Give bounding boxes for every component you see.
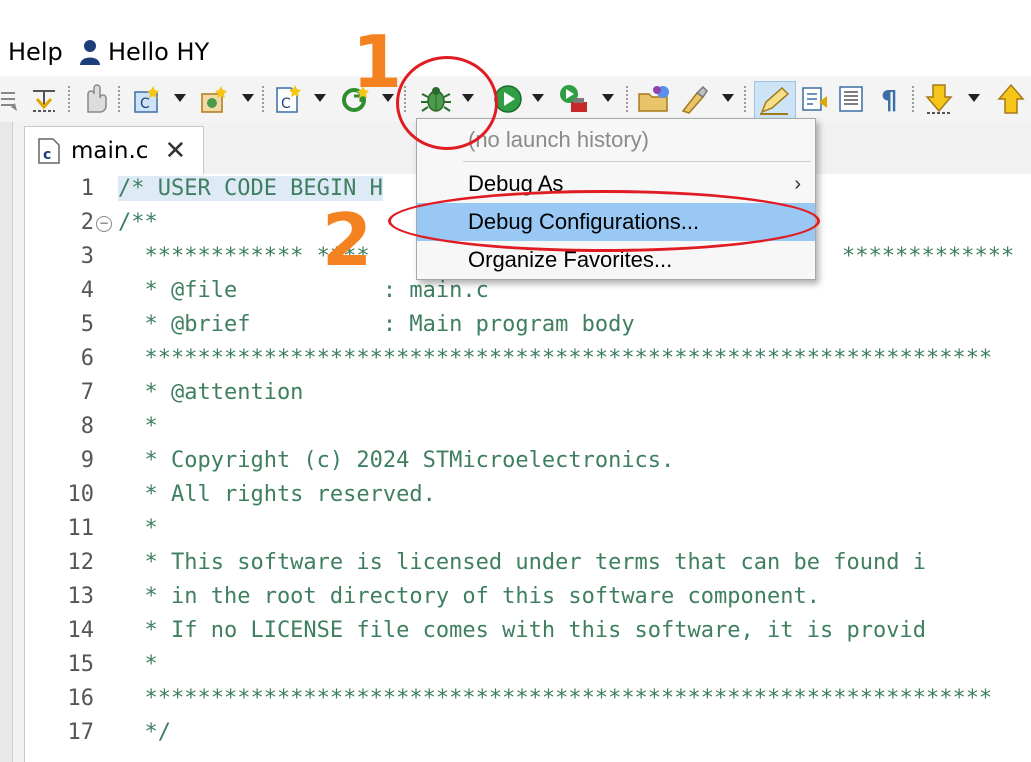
annotation-step-1: 1	[352, 20, 403, 104]
code-text: *	[118, 414, 158, 439]
line-number: 5	[80, 312, 94, 337]
toolbar-separator	[262, 86, 266, 112]
code-line: 14 * If no LICENSE file comes with this …	[24, 618, 1031, 652]
code-text: * @file : main.c	[118, 278, 489, 303]
tab-label: main.c	[71, 138, 149, 164]
code-line: 13 * in the root directory of this softw…	[24, 584, 1031, 618]
code-text: /**	[118, 210, 158, 235]
code-text: ****************************************…	[118, 686, 993, 711]
line-number: 17	[67, 720, 95, 745]
code-line: 15 *	[24, 652, 1031, 686]
search-icon[interactable]	[676, 81, 712, 117]
line-number: 12	[67, 550, 95, 575]
line-number: 1	[80, 176, 94, 201]
toolbar: C C ¶	[0, 76, 1031, 122]
line-number: 11	[67, 516, 95, 541]
code-text: * @attention	[118, 380, 304, 405]
line-number: 4	[80, 278, 94, 303]
annotation-step-2: 2	[322, 198, 373, 282]
code-line: 12 * This software is licensed under ter…	[24, 550, 1031, 584]
run-dropdown[interactable]	[532, 94, 544, 102]
c-file-icon: c	[38, 138, 60, 164]
line-number: 16	[67, 686, 95, 711]
new-c-project-dropdown[interactable]	[174, 94, 186, 102]
code-line: 5 * @brief : Main program body	[24, 312, 1031, 346]
line-number: 10	[67, 482, 95, 507]
code-text: * This software is licensed under terms …	[118, 550, 926, 575]
new-c-file-dropdown[interactable]	[314, 94, 326, 102]
code-text: ****************************************…	[118, 346, 993, 371]
code-line: 16 *************************************…	[24, 686, 1031, 720]
new-c-project-icon[interactable]: C	[130, 81, 164, 117]
line-number: 15	[67, 652, 95, 677]
skip-all-breakpoints-icon[interactable]	[0, 81, 24, 117]
svg-text:¶: ¶	[881, 86, 898, 114]
user-icon	[80, 40, 100, 65]
code-line: 10 * All rights reserved.	[24, 482, 1031, 516]
toolbar-separator	[626, 86, 630, 112]
svg-text:c: c	[43, 147, 51, 163]
open-folder-icon[interactable]	[636, 81, 674, 117]
show-whitespace-icon[interactable]: ¶	[872, 81, 906, 117]
code-line: 17 */	[24, 720, 1031, 754]
code-text: *	[118, 652, 158, 677]
user-label: Hello HY	[108, 38, 210, 66]
line-number: 14	[67, 618, 95, 643]
highlight-icon[interactable]	[754, 81, 796, 119]
close-tab-icon[interactable]: ✕	[164, 138, 186, 164]
line-number: 2	[80, 210, 94, 235]
code-line: 11 *	[24, 516, 1031, 550]
line-number: 13	[67, 584, 95, 609]
toggle-mark-occurrences-icon[interactable]	[798, 81, 832, 117]
code-line: 9 * Copyright (c) 2024 STMicroelectronic…	[24, 448, 1031, 482]
code-line: 8 *	[24, 414, 1031, 448]
menu-help[interactable]: Help	[8, 38, 63, 66]
new-c-file-icon[interactable]: C	[272, 81, 304, 117]
next-annotation-icon[interactable]	[922, 81, 956, 117]
next-annotation-dropdown[interactable]	[968, 94, 980, 102]
toolbar-separator	[68, 86, 72, 112]
svg-text:C: C	[281, 96, 291, 112]
toolbar-separator	[118, 86, 122, 112]
code-text: * All rights reserved.	[118, 482, 436, 507]
toolbar-separator	[744, 86, 748, 112]
code-text: * Copyright (c) 2024 STMicroelectronics.	[118, 448, 675, 473]
external-tools-dropdown[interactable]	[602, 94, 614, 102]
code-line: 4 * @file : main.c	[24, 278, 1031, 312]
submenu-arrow-icon: ›	[794, 172, 801, 195]
annotation-circle-debug-configurations	[388, 190, 820, 252]
line-number: 7	[80, 380, 94, 405]
code-line: 6 **************************************…	[24, 346, 1031, 380]
code-line: 7 * @attention	[24, 380, 1031, 414]
hand-icon[interactable]	[78, 81, 110, 117]
new-c-class-icon[interactable]	[198, 81, 232, 117]
external-tools-icon[interactable]	[556, 81, 592, 117]
code-text: * If no LICENSE file comes with this sof…	[118, 618, 926, 643]
code-text: * in the root directory of this software…	[118, 584, 820, 609]
user-greeting[interactable]: Hello HY	[78, 38, 209, 66]
code-text: */	[118, 720, 171, 745]
left-panel-strip	[0, 122, 13, 762]
step-filters-icon[interactable]	[30, 81, 62, 117]
annotation-circle-debug-button	[396, 56, 498, 150]
search-dropdown[interactable]	[722, 94, 734, 102]
menu-bar: Help Hello HY	[0, 32, 1031, 72]
svg-text:C: C	[140, 96, 150, 112]
line-number: 8	[80, 414, 94, 439]
previous-annotation-icon[interactable]	[994, 81, 1028, 117]
fold-toggle-icon[interactable]: −	[96, 216, 112, 232]
code-text-tail: *************	[842, 244, 1015, 269]
line-number: 9	[80, 448, 94, 473]
toolbar-separator	[912, 86, 916, 112]
line-number: 3	[80, 244, 94, 269]
code-text: * @brief : Main program body	[118, 312, 635, 337]
tab-main-c[interactable]: c main.c ✕	[24, 126, 204, 175]
line-number: 6	[80, 346, 94, 371]
code-text: *	[118, 516, 158, 541]
menu-divider	[463, 161, 811, 162]
new-c-class-dropdown[interactable]	[242, 94, 254, 102]
block-select-icon[interactable]	[834, 81, 868, 117]
